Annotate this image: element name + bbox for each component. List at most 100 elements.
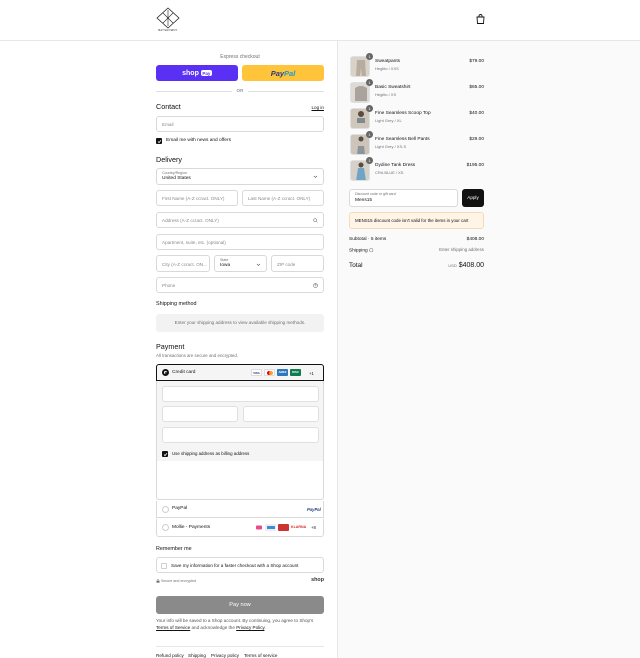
subtotal-label: Subtotal · 5 items (349, 237, 387, 242)
zip-field[interactable]: ZIP code (271, 255, 324, 272)
shipping-row: Shipping Enter shipping address (349, 247, 484, 254)
card-cvv-field[interactable] (243, 406, 319, 422)
quantity-badge: 1 (366, 105, 373, 112)
shipping-policy-link[interactable]: Shipping (188, 653, 206, 658)
check-icon (157, 139, 161, 143)
email-field[interactable]: Email (156, 116, 324, 132)
help-icon[interactable] (313, 283, 318, 288)
item-variant: Heglito / XS (375, 92, 397, 97)
subtotal-value: $408.00 (466, 237, 484, 242)
help-icon[interactable] (369, 247, 374, 253)
credit-card-option[interactable]: Credit card VISA AMEX DISC +1 (156, 364, 324, 381)
mollie-radio[interactable] (162, 524, 169, 531)
address-field[interactable]: Address (A-Z ccract. ONLY) (156, 212, 324, 228)
remember-me-box[interactable]: Save my information for a faster checkou… (156, 557, 324, 573)
first-name-placeholder: First Name (A-Z ccract. ONLY) (162, 196, 225, 201)
discount-code-label: Discount code or gift card (355, 192, 396, 196)
paypal-option[interactable]: PayPal PayPal (156, 501, 324, 518)
first-name-field[interactable]: First Name (A-Z ccract. ONLY) (156, 190, 238, 206)
payment-heading: Payment (156, 342, 185, 351)
card-name-field[interactable] (162, 427, 319, 443)
cart-item: 1 Fine Seamless Bell Pants Light Grey / … (350, 131, 484, 156)
item-variant: Light Grey / XL (375, 118, 402, 123)
terms-of-service-footer-link[interactable]: Terms of service (244, 653, 277, 658)
credit-card-radio[interactable] (162, 369, 169, 376)
remember-me-checkbox[interactable] (161, 563, 167, 569)
mollie-option[interactable]: Mollie - Payments KLARNA +8 (156, 519, 324, 537)
visa-icon: VISA (251, 369, 262, 376)
legal-text-2: and acknowledge the (190, 625, 237, 630)
paypal-express-button[interactable]: Pay Pal (242, 65, 324, 81)
shop-pay-tag: Pay (200, 70, 212, 76)
express-checkout-label: Express checkout (220, 54, 260, 60)
state-select[interactable]: State Iowa (214, 255, 267, 272)
shop-logo: shop (311, 577, 324, 583)
cart-item: 1 Fine Seamless Scoop Top Light Grey / X… (350, 105, 484, 130)
item-name: Dydine Tank Dress (375, 163, 416, 168)
shipping-method-message: Enter your shipping address to view avai… (156, 314, 324, 332)
discount-code-field[interactable]: Discount code or gift card Mens15 (349, 189, 458, 207)
billing-checkbox[interactable] (162, 451, 168, 457)
item-variant: Heglito / XXS (375, 66, 399, 71)
item-name: Fine Seamless Scoop Top (375, 111, 431, 116)
remember-me-label: Save my information for a faster checkou… (171, 563, 299, 568)
shopping-bag-icon[interactable] (476, 14, 485, 24)
total-currency: USD (448, 263, 457, 268)
address-placeholder: Address (A-Z ccract. ONLY) (162, 218, 219, 223)
card-number-field[interactable] (162, 386, 319, 402)
or-label: OR (236, 88, 244, 93)
item-price: $65.00 (469, 85, 484, 90)
lock-icon (156, 579, 160, 583)
paypal-radio[interactable] (162, 506, 169, 513)
item-price: $79.00 (469, 59, 484, 64)
apartment-field[interactable]: Apartment, suite, etc. (optional) (156, 234, 324, 250)
apartment-placeholder: Apartment, suite, etc. (optional) (162, 240, 226, 245)
quantity-badge: 1 (366, 131, 373, 138)
pay-now-button[interactable]: Pay now (156, 596, 324, 614)
card-expiry-field[interactable] (162, 406, 238, 422)
site-header: BAYSHOWNY (0, 0, 640, 41)
login-link[interactable]: Log in (311, 105, 324, 110)
city-placeholder: City (A-Z ccract. ON... (162, 262, 207, 267)
item-name: Basic Sweatshirt (375, 85, 411, 90)
refund-policy-link[interactable]: Refund policy (156, 653, 184, 658)
or-divider: OR (156, 88, 324, 94)
privacy-policy-link[interactable]: Privacy Policy (236, 625, 264, 630)
mollie-more-count: +8 (311, 525, 316, 530)
phone-placeholder: Phone (162, 283, 176, 288)
mollie-method-2-icon (265, 524, 276, 531)
shipping-value: Enter shipping address (439, 247, 484, 252)
search-icon (313, 218, 318, 223)
discover-icon: DISC (290, 369, 301, 376)
phone-field[interactable]: Phone (156, 277, 324, 293)
chevron-down-icon (256, 263, 261, 266)
last-name-field[interactable]: Last Name (A-Z ccract. ONLY) (242, 190, 324, 206)
item-price: $195.00 (466, 163, 484, 168)
legal-text-3: . (264, 625, 266, 630)
terms-of-service-link[interactable]: Terms of Service (156, 625, 190, 630)
news-checkbox[interactable] (156, 138, 162, 144)
shipping-method-heading: Shipping method (156, 301, 197, 307)
country-select[interactable]: Country/Region United States (156, 168, 324, 185)
item-name: Fine Seamless Bell Pants (375, 137, 430, 142)
paypal-label: PayPal (172, 506, 188, 511)
total-label: Total (349, 262, 363, 269)
apply-discount-button[interactable]: Apply (462, 189, 484, 207)
total-amount: $408.00 (458, 262, 484, 269)
shop-pay-button[interactable]: shop Pay (156, 65, 238, 81)
store-logo[interactable]: BAYSHOWNY (155, 7, 181, 33)
privacy-policy-footer-link[interactable]: Privacy policy (211, 653, 239, 658)
delivery-heading: Delivery (156, 155, 182, 164)
item-price: $29.00 (469, 137, 484, 142)
country-value: United States (162, 176, 191, 181)
legal-text-1: Your info will be saved to a Shop accoun… (156, 618, 314, 623)
country-label: Country/Region (162, 171, 187, 175)
shipping-label: Shipping (349, 248, 368, 254)
logo-text: BAYSHOWNY (158, 29, 178, 32)
city-field[interactable]: City (A-Z ccract. ON... (156, 255, 210, 272)
discount-error-notice: MENS15 discount code isn't valid for the… (349, 212, 484, 229)
paypal-logo: PayPal (307, 507, 321, 512)
cart-item: 1 Sweatpants Heglito / XXS $79.00 (350, 53, 484, 78)
mollie-label: Mollie - Payments (172, 525, 211, 530)
mollie-method-3-icon (278, 524, 289, 531)
